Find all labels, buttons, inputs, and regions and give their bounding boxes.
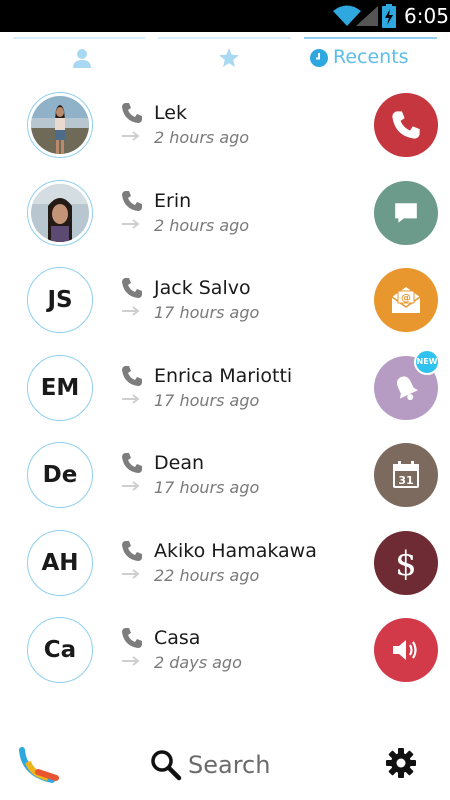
contact-name: Akiko Hamakawa xyxy=(154,539,317,562)
bottom-bar: Search xyxy=(0,730,450,800)
call-button[interactable] xyxy=(374,93,438,157)
avatar[interactable] xyxy=(27,92,93,158)
outgoing-call-arrow-icon xyxy=(122,568,140,579)
email-button[interactable]: @ xyxy=(374,268,438,332)
battery-charging-icon xyxy=(382,4,396,28)
avatar-initials: EM xyxy=(40,374,80,401)
dollar-icon: $ xyxy=(395,544,417,583)
contact-photo xyxy=(31,96,89,154)
tab-label: Recents xyxy=(333,46,409,68)
contact-name: Dean xyxy=(154,452,205,474)
bell-icon xyxy=(396,375,419,400)
search-button[interactable]: Search xyxy=(150,748,270,782)
gear-icon[interactable] xyxy=(385,747,417,779)
person-icon xyxy=(73,49,91,68)
calendar-day: 31 xyxy=(398,474,413,487)
avatar-initials: AH xyxy=(41,549,79,576)
phone-icon xyxy=(122,628,142,648)
phone-icon xyxy=(122,190,142,211)
avatar[interactable]: AH xyxy=(27,529,93,596)
contact-photo xyxy=(31,183,89,242)
avatar-initials: JS xyxy=(47,287,73,313)
search-label: Search xyxy=(188,751,271,779)
signal-icon xyxy=(356,6,378,26)
message-icon xyxy=(395,202,417,223)
call-time: 2 hours ago xyxy=(154,128,250,147)
tab-underline xyxy=(304,37,437,39)
tab-favorites[interactable] xyxy=(158,32,291,82)
phone-icon xyxy=(122,453,142,473)
phone-icon xyxy=(392,111,420,139)
recents-list: Lek 2 hours ago Erin 2 hours ago JS Jack… xyxy=(0,82,450,695)
avatar[interactable]: EM xyxy=(27,354,93,421)
calendar-icon: 31 xyxy=(393,461,419,488)
call-time: 17 hours ago xyxy=(154,478,260,497)
contact-name: Erin xyxy=(154,189,192,212)
outgoing-call-arrow-icon xyxy=(122,393,140,404)
phone-icon xyxy=(122,365,142,386)
avatar-initials: Ca xyxy=(43,637,77,663)
contact-name: Lek xyxy=(154,102,187,124)
star-icon xyxy=(219,48,239,67)
list-item[interactable]: Erin 2 hours ago xyxy=(0,170,450,258)
speaker-icon xyxy=(393,640,417,660)
dollar-symbol: $ xyxy=(395,544,417,583)
call-time: 17 hours ago xyxy=(154,390,260,410)
list-item[interactable]: Lek 2 hours ago xyxy=(0,82,450,170)
email-icon: @ xyxy=(391,287,421,313)
message-button[interactable] xyxy=(374,180,438,245)
payment-button[interactable]: $ xyxy=(374,530,438,595)
outgoing-call-arrow-icon xyxy=(122,131,140,141)
list-item[interactable]: AH Akiko Hamakawa 22 hours ago $ xyxy=(0,520,450,608)
avatar[interactable]: De xyxy=(27,442,93,508)
outgoing-call-arrow-icon xyxy=(122,218,140,229)
clock-time: 6:05 xyxy=(404,4,449,28)
contact-name: Enrica Mariotti xyxy=(154,364,293,387)
app-logo-icon[interactable] xyxy=(18,744,60,784)
contact-name: Jack Salvo xyxy=(154,277,251,299)
avatar[interactable] xyxy=(27,179,93,246)
contact-name: Casa xyxy=(154,627,201,649)
list-item[interactable]: JS Jack Salvo 17 hours ago @ xyxy=(0,257,450,345)
avatar[interactable]: Ca xyxy=(27,617,93,683)
search-icon xyxy=(151,750,182,781)
avatar-initials: De xyxy=(42,462,78,488)
call-time: 2 hours ago xyxy=(154,215,250,235)
clock-icon xyxy=(310,49,328,67)
tab-underline xyxy=(13,37,145,39)
svg-text:@: @ xyxy=(401,293,411,304)
tab-underline xyxy=(158,37,291,39)
outgoing-call-arrow-icon xyxy=(122,306,140,316)
outgoing-call-arrow-icon xyxy=(122,656,140,666)
new-badge: NEW xyxy=(414,348,440,375)
call-time: 17 hours ago xyxy=(154,303,260,322)
phone-icon xyxy=(122,278,142,298)
list-item[interactable]: EM Enrica Mariotti 17 hours ago NEW xyxy=(0,345,450,433)
tab-bar: Recents xyxy=(0,32,450,82)
call-time: 22 hours ago xyxy=(154,565,260,585)
outgoing-call-arrow-icon xyxy=(122,481,140,491)
call-time: 2 days ago xyxy=(154,653,242,672)
speaker-button[interactable] xyxy=(374,618,438,682)
status-bar: 6:05 xyxy=(0,0,450,32)
list-item[interactable]: De Dean 17 hours ago 31 xyxy=(0,432,450,520)
avatar[interactable]: JS xyxy=(27,267,93,333)
phone-icon xyxy=(122,540,142,561)
tab-contacts[interactable] xyxy=(13,32,145,82)
list-item[interactable]: Ca Casa 2 days ago xyxy=(0,607,450,695)
tab-recents[interactable]: Recents xyxy=(304,32,437,82)
phone-icon xyxy=(122,103,142,123)
calendar-button[interactable]: 31 xyxy=(374,443,438,507)
